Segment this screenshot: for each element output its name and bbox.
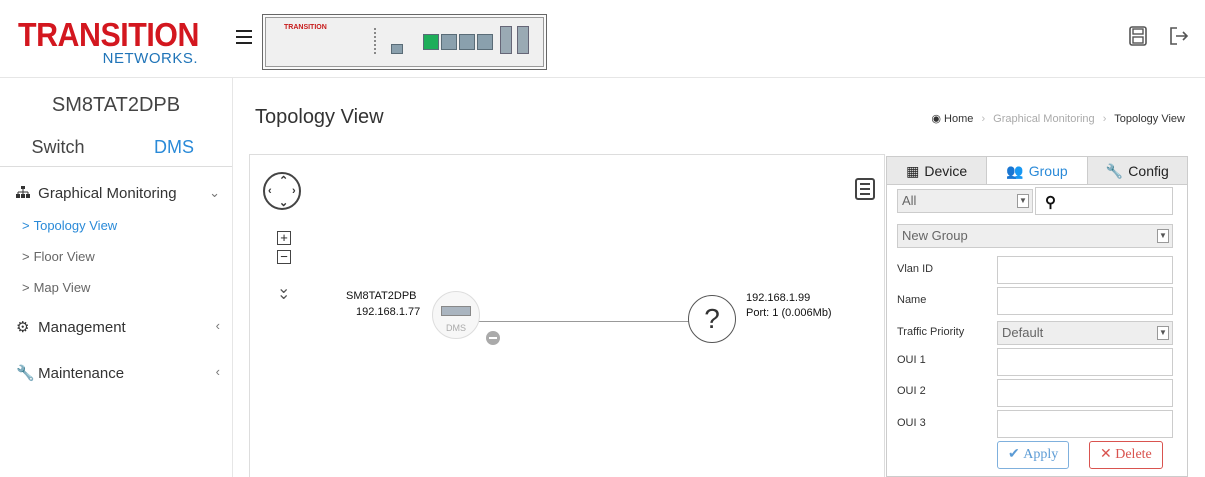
nav-map-view[interactable]: > Map View — [0, 277, 232, 308]
group-select[interactable]: New Group ▼ — [897, 224, 1173, 248]
breadcrumb: ◉ Home › Graphical Monitoring › Topology… — [931, 113, 1185, 125]
chevron-down-icon: ▼ — [1157, 229, 1169, 243]
vlan-label: Vlan ID — [897, 263, 934, 275]
sfp-port-icon — [500, 26, 512, 54]
save-icon[interactable] — [1128, 26, 1147, 50]
sitemap-icon — [16, 185, 34, 202]
nav-graphical-monitoring[interactable]: Graphical Monitoring ⌄ — [0, 185, 232, 205]
apply-button[interactable]: ✔ Apply — [997, 441, 1070, 469]
tab-device[interactable]: ▦ Device — [887, 157, 987, 184]
port-icon — [459, 34, 475, 50]
topology-link — [472, 321, 712, 322]
device-front-panel: TRANSITION — [262, 14, 547, 70]
chevron-down-icon: ▼ — [1017, 194, 1029, 208]
wrench-icon: 🔧 — [16, 365, 35, 382]
grid-icon: ▦ — [906, 163, 920, 179]
logout-icon[interactable] — [1169, 26, 1189, 50]
nav-maintenance[interactable]: 🔧 Maintenance ‹ — [0, 364, 232, 384]
name-input[interactable] — [997, 287, 1173, 315]
brand-logo[interactable]: TRANSITION NETWORKS. — [18, 18, 218, 74]
header-actions — [1111, 26, 1189, 51]
switch-icon — [441, 306, 471, 316]
page-title: Topology View — [255, 106, 384, 128]
name-label: Name — [897, 294, 927, 306]
panel-brand: TRANSITION — [284, 24, 327, 31]
subnav-graphical: > Topology View > Floor View > Map View — [0, 215, 232, 308]
sfp-port-icon — [517, 26, 529, 54]
side-panel: ▦ Device 👥 Group 🔧 Config All ▼ ⚲ New Group… — [886, 156, 1188, 477]
oui2-input[interactable] — [997, 379, 1173, 407]
panel-tabs: ▦ Device 👥 Group 🔧 Config — [887, 157, 1187, 185]
breadcrumb-section[interactable]: Graphical Monitoring — [993, 113, 1095, 125]
device-model: SM8TAT2DPB — [51, 94, 181, 116]
priority-select[interactable]: Default ▼ — [997, 321, 1173, 345]
breadcrumb-home[interactable]: Home — [944, 113, 973, 125]
oui2-label: OUI 2 — [897, 385, 926, 397]
menu-toggle-icon[interactable] — [236, 30, 252, 46]
oui3-label: OUI 3 — [897, 417, 926, 429]
pan-control-icon[interactable]: ⌃ ⌄ ‹ › — [263, 172, 301, 210]
oui1-label: OUI 1 — [897, 354, 926, 366]
tab-switch[interactable]: Switch — [0, 137, 116, 158]
oui3-input[interactable] — [997, 410, 1173, 438]
users-icon: 👥 — [1006, 163, 1024, 179]
chevron-down-icon: ⌄ — [209, 185, 220, 200]
oui1-input[interactable] — [997, 348, 1173, 376]
nav-topology-view[interactable]: > Topology View — [0, 215, 232, 246]
home-icon: ◉ — [931, 113, 941, 125]
tab-dms[interactable]: DMS — [116, 137, 232, 158]
vlan-input[interactable] — [997, 256, 1173, 284]
unknown-node-port: Port: 1 (0.006Mb) — [746, 307, 832, 319]
sidebar-tabs: Switch DMS — [0, 137, 232, 167]
minus-circle-icon[interactable] — [486, 331, 500, 345]
zoom-in-icon[interactable]: + — [277, 231, 291, 245]
search-icon[interactable]: ⚲ — [1045, 193, 1056, 211]
dms-badge: DMS — [446, 323, 466, 333]
tab-config[interactable]: 🔧 Config — [1087, 157, 1187, 184]
port-icon — [477, 34, 493, 50]
chevron-left-icon: ‹ — [215, 318, 220, 333]
breadcrumb-current: Topology View — [1114, 113, 1185, 125]
zoom-out-icon[interactable]: − — [277, 250, 291, 264]
close-icon: ✕ — [1100, 447, 1112, 462]
expand-down-icon[interactable]: ⌄ ⌄ — [277, 278, 290, 318]
switch-node-name: SM8TAT2DPB — [346, 290, 417, 302]
nav-label: Management — [38, 319, 126, 336]
header: TRANSITION NETWORKS. TRANSITION — [0, 0, 1205, 78]
brand-name: TRANSITION — [18, 16, 199, 53]
port-up-icon — [423, 34, 439, 50]
tab-group[interactable]: 👥 Group — [986, 157, 1088, 184]
topology-canvas[interactable]: ⌃ ⌄ ‹ › + − ⌄ ⌄ SM8TAT2DPB 192.168.1.77 D… — [249, 154, 885, 477]
filter-select[interactable]: All ▼ — [897, 189, 1033, 213]
port-icon — [391, 44, 403, 54]
check-icon: ✔ — [1008, 447, 1020, 462]
nav-label: Graphical Monitoring — [38, 185, 177, 202]
gear-icon: ⚙ — [16, 319, 30, 336]
nav-label: Maintenance — [38, 365, 125, 382]
nav-management[interactable]: ⚙ Management ‹ — [0, 318, 232, 338]
priority-label: Traffic Priority — [897, 326, 965, 338]
unknown-device-node[interactable]: ? — [688, 295, 736, 343]
led-column — [374, 28, 377, 54]
switch-node[interactable]: DMS — [432, 291, 480, 339]
chevron-left-icon: ‹ — [215, 364, 220, 379]
sidebar: SM8TAT2DPB Switch DMS Graphical Monitori… — [0, 78, 233, 477]
chevron-down-icon: ▼ — [1157, 326, 1169, 340]
legend-list-icon[interactable] — [855, 178, 875, 200]
unknown-node-ip: 192.168.1.99 — [746, 292, 811, 304]
delete-button[interactable]: ✕ Delete — [1089, 441, 1163, 469]
wrench-icon: 🔧 — [1105, 163, 1124, 179]
switch-node-ip: 192.168.1.77 — [356, 306, 421, 318]
port-icon — [441, 34, 457, 50]
nav-floor-view[interactable]: > Floor View — [0, 246, 232, 277]
